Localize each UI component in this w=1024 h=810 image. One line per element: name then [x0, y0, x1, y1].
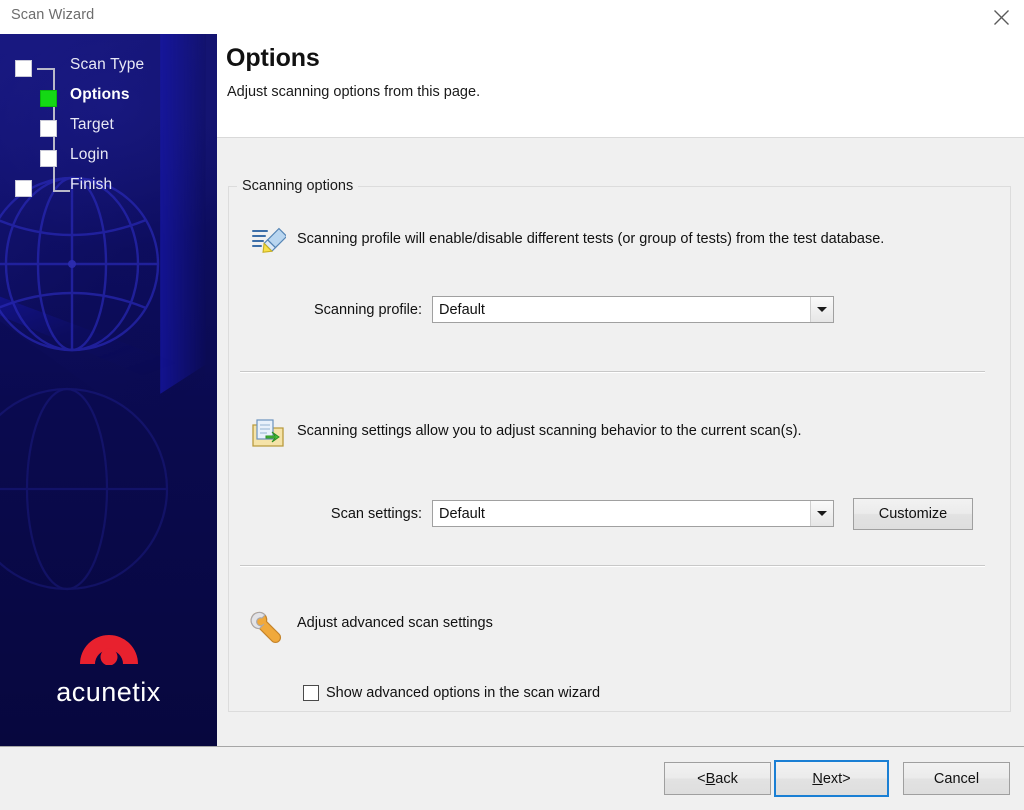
page-header: Options Adjust scanning options from thi…	[217, 34, 1024, 138]
scan-settings-label: Scan settings:	[330, 506, 422, 522]
step-marker-finish	[15, 180, 32, 197]
section-separator	[240, 371, 985, 373]
show-advanced-options-label: Show advanced options in the scan wizard	[326, 685, 601, 701]
close-icon[interactable]	[978, 0, 1024, 34]
next-button-rest: ext	[822, 770, 843, 787]
chevron-down-icon[interactable]	[810, 297, 833, 322]
pencil-list-icon	[250, 224, 286, 260]
step-label-finish: Finish	[70, 176, 113, 193]
step-label-target: Target	[70, 116, 114, 133]
wireframe-globe-secondary-icon	[0, 364, 192, 614]
acunetix-arc-logo-icon	[76, 619, 142, 670]
wrench-icon	[250, 608, 286, 644]
cancel-button[interactable]: Cancel	[903, 762, 1010, 795]
next-button-suffix: >	[842, 770, 851, 787]
checkbox-indicator[interactable]	[303, 685, 319, 701]
scan-settings-description: Scanning settings allow you to adjust sc…	[297, 423, 802, 439]
customize-button[interactable]: Customize	[853, 498, 973, 530]
step-label-options: Options	[70, 86, 130, 103]
back-button-accelerator: B	[705, 770, 716, 787]
scanning-profile-select[interactable]: Default	[432, 296, 834, 323]
page-subtitle: Adjust scanning options from this page.	[227, 84, 481, 100]
wizard-sidebar: Scan Type Options Target Login Finish ac…	[0, 34, 217, 746]
groupbox-title: Scanning options	[237, 178, 359, 194]
show-advanced-options-checkbox[interactable]: Show advanced options in the scan wizard	[303, 685, 600, 701]
main-panel: Options Adjust scanning options from thi…	[217, 34, 1024, 746]
tree-connector	[37, 68, 54, 70]
back-button-rest: ack	[715, 770, 738, 787]
scan-wizard-window: Scan Wizard Scan Type Options Target Log…	[0, 0, 1024, 810]
folder-sync-icon	[250, 416, 286, 452]
page-body: Scanning options Scanning profile will e…	[217, 138, 1024, 746]
acunetix-logo: acunetix	[0, 619, 217, 708]
wizard-footer: < Back Next > Cancel	[0, 746, 1024, 810]
scanning-profile-value: Default	[439, 301, 485, 318]
advanced-settings-description: Adjust advanced scan settings	[297, 615, 493, 631]
back-button[interactable]: < Back	[664, 762, 771, 795]
scan-settings-select[interactable]: Default	[432, 500, 834, 527]
scan-settings-value: Default	[439, 505, 485, 522]
next-button[interactable]: Next >	[774, 760, 889, 797]
step-marker-login	[40, 150, 57, 167]
step-marker-options	[40, 90, 57, 107]
tree-connector	[53, 190, 70, 192]
title-bar: Scan Wizard	[0, 0, 1024, 34]
acunetix-wordmark: acunetix	[56, 677, 161, 707]
page-title: Options	[226, 44, 320, 72]
section-separator	[240, 565, 985, 567]
scanning-profile-label: Scanning profile:	[313, 302, 422, 318]
step-label-login: Login	[70, 146, 109, 163]
scanning-profile-description: Scanning profile will enable/disable dif…	[297, 231, 885, 247]
window-title: Scan Wizard	[11, 7, 95, 23]
next-button-accelerator: N	[812, 770, 823, 787]
back-button-prefix: <	[697, 770, 706, 787]
scanning-options-groupbox	[228, 186, 1011, 712]
step-label-scan-type: Scan Type	[70, 56, 145, 73]
step-marker-scan-type	[15, 60, 32, 77]
chevron-down-icon[interactable]	[810, 501, 833, 526]
wizard-step-list: Scan Type Options Target Login Finish	[0, 34, 217, 234]
step-marker-target	[40, 120, 57, 137]
